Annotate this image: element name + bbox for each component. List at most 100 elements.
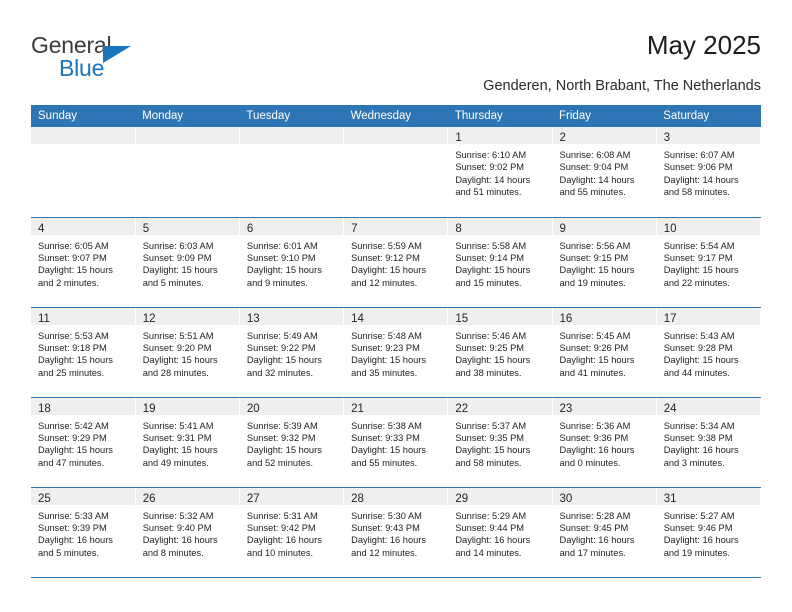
page-title: May 2025 [646, 30, 761, 60]
calendar-day-cell[interactable]: 24 Sunrise: 5:34 AM Sunset: 9:38 PM Dayligh… [656, 397, 762, 488]
calendar-day-cell[interactable]: 2 Sunrise: 6:08 AM Sunset: 9:04 PM Daylight… [552, 127, 657, 218]
day-number-strip: 14 [344, 307, 448, 325]
day-detail-line: Sunset: 9:40 PM [142, 522, 212, 533]
day-number: 18 [38, 402, 51, 415]
day-detail-line: Sunset: 9:46 PM [663, 522, 733, 533]
day-number-strip: 4 [31, 217, 135, 235]
calendar-day-cell[interactable]: 11 Sunrise: 5:53 AM Sunset: 9:18 PM Dayligh… [31, 307, 136, 398]
calendar-week-row: 1 Sunrise: 6:10 AM Sunset: 9:02 PM Daylight… [31, 127, 762, 218]
calendar-day-cell[interactable]: 10 Sunrise: 5:54 AM Sunset: 9:17 PM Dayligh… [656, 217, 762, 308]
calendar-day-cell[interactable]: 15 Sunrise: 5:46 AM Sunset: 9:25 PM Dayligh… [447, 307, 553, 398]
day-detail-line: and 51 minutes. [455, 187, 522, 198]
day-sun-details: Sunrise: 5:54 AM Sunset: 9:17 PM Daylight:… [657, 235, 760, 290]
day-detail-line: Daylight: 16 hours [246, 535, 322, 546]
calendar-day-cell[interactable]: 23 Sunrise: 5:36 AM Sunset: 9:36 PM Dayligh… [552, 397, 657, 488]
calendar-day-cell[interactable]: 17 Sunrise: 5:43 AM Sunset: 9:28 PM Dayligh… [656, 307, 762, 398]
day-cell-inner: 11 Sunrise: 5:53 AM Sunset: 9:18 PM Dayligh… [31, 307, 135, 396]
day-detail-line: Sunset: 9:06 PM [663, 162, 733, 173]
day-detail-line: Daylight: 15 hours [559, 265, 635, 276]
day-detail-line: and 25 minutes. [38, 367, 105, 378]
day-detail-line: Sunrise: 5:29 AM [455, 510, 527, 521]
day-cell-inner: 20 Sunrise: 5:39 AM Sunset: 9:32 PM Dayligh… [239, 397, 344, 486]
calendar-day-cell[interactable]: 7 Sunrise: 5:59 AM Sunset: 9:12 PM Daylight… [343, 217, 449, 308]
calendar-day-cell[interactable]: 28 Sunrise: 5:30 AM Sunset: 9:43 PM Dayligh… [343, 487, 449, 578]
calendar-day-cell[interactable]: 12 Sunrise: 5:51 AM Sunset: 9:20 PM Dayligh… [135, 307, 240, 398]
calendar-day-cell[interactable]: 4 Sunrise: 6:05 AM Sunset: 9:07 PM Daylight… [31, 217, 136, 308]
day-detail-line: Daylight: 15 hours [351, 265, 427, 276]
day-cell-inner: 2 Sunrise: 6:08 AM Sunset: 9:04 PM Daylight… [552, 127, 656, 215]
day-detail-line: Sunrise: 5:41 AM [142, 420, 214, 431]
day-detail-line: Sunrise: 5:30 AM [351, 510, 422, 521]
day-number-strip: 29 [448, 487, 552, 505]
calendar-day-cell[interactable]: 18 Sunrise: 5:42 AM Sunset: 9:29 PM Dayligh… [31, 397, 136, 488]
day-cell-inner: 9 Sunrise: 5:56 AM Sunset: 9:15 PM Daylight… [552, 217, 656, 306]
day-sun-details: Sunrise: 5:30 AM Sunset: 9:43 PM Daylight:… [344, 505, 447, 560]
brand-logo[interactable]: General Blue [31, 32, 151, 86]
calendar-day-cell[interactable]: 30 Sunrise: 5:28 AM Sunset: 9:45 PM Dayligh… [552, 487, 657, 578]
weekday-header-sunday: Sunday [31, 105, 136, 127]
calendar-day-cell[interactable]: 21 Sunrise: 5:38 AM Sunset: 9:33 PM Dayligh… [343, 397, 449, 488]
day-cell-inner: 30 Sunrise: 5:28 AM Sunset: 9:45 PM Dayligh… [552, 487, 656, 576]
day-detail-line: Sunset: 9:09 PM [142, 252, 212, 263]
calendar-day-cell[interactable]: 3 Sunrise: 6:07 AM Sunset: 9:06 PM Daylight… [656, 127, 762, 218]
calendar-day-cell[interactable]: 1 Sunrise: 6:10 AM Sunset: 9:02 PM Daylight… [447, 127, 553, 218]
day-number-strip: 6 [239, 217, 344, 235]
calendar-grid: Sunday Monday Tuesday Wednesday Thursday Frid… [31, 105, 762, 578]
day-detail-line: Daylight: 15 hours [246, 355, 322, 366]
day-detail-line: Daylight: 15 hours [455, 265, 531, 276]
day-number: 20 [246, 402, 260, 415]
calendar-day-cell[interactable]: 16 Sunrise: 5:45 AM Sunset: 9:26 PM Dayligh… [552, 307, 657, 398]
day-cell-inner: 25 Sunrise: 5:33 AM Sunset: 9:39 PM Dayligh… [31, 487, 135, 576]
day-number: 25 [38, 492, 51, 505]
day-cell-inner: 13 Sunrise: 5:49 AM Sunset: 9:22 PM Dayligh… [239, 307, 344, 396]
day-detail-line: Sunset: 9:02 PM [455, 162, 525, 173]
day-number-strip: 30 [552, 487, 656, 505]
day-number: 5 [142, 222, 150, 235]
calendar-day-cell[interactable]: 19 Sunrise: 5:41 AM Sunset: 9:31 PM Dayligh… [135, 397, 240, 488]
day-sun-details: Sunrise: 5:41 AM Sunset: 9:31 PM Daylight:… [136, 415, 239, 470]
calendar-day-cell[interactable]: 31 Sunrise: 5:27 AM Sunset: 9:46 PM Dayligh… [656, 487, 762, 578]
brand-name-blue: Blue [59, 55, 105, 81]
day-detail-line: Sunrise: 5:45 AM [559, 330, 631, 341]
calendar-day-cell[interactable]: 8 Sunrise: 5:58 AM Sunset: 9:14 PM Daylight… [447, 217, 553, 308]
day-detail-line: Daylight: 15 hours [559, 355, 635, 366]
calendar-day-cell[interactable]: 6 Sunrise: 6:01 AM Sunset: 9:10 PM Daylight… [239, 217, 345, 308]
calendar-day-cell[interactable]: 29 Sunrise: 5:29 AM Sunset: 9:44 PM Dayligh… [447, 487, 553, 578]
day-cell-inner: 12 Sunrise: 5:51 AM Sunset: 9:20 PM Dayligh… [135, 307, 239, 396]
day-number-strip: 18 [31, 397, 135, 415]
day-cell-inner: 7 Sunrise: 5:59 AM Sunset: 9:12 PM Daylight… [344, 217, 448, 306]
day-number-strip: 23 [552, 397, 656, 415]
day-detail-line: and 10 minutes. [246, 547, 314, 558]
day-number: 30 [559, 492, 573, 505]
day-number-strip: 13 [239, 307, 344, 325]
day-detail-line: Sunrise: 5:48 AM [351, 330, 422, 341]
day-number: 15 [455, 312, 469, 325]
calendar-day-cell[interactable]: 20 Sunrise: 5:39 AM Sunset: 9:32 PM Dayligh… [239, 397, 345, 488]
calendar-day-cell[interactable]: 25 Sunrise: 5:33 AM Sunset: 9:39 PM Dayligh… [31, 487, 136, 578]
day-detail-line: Sunset: 9:38 PM [663, 432, 733, 443]
calendar-day-cell[interactable]: 26 Sunrise: 5:32 AM Sunset: 9:40 PM Dayligh… [135, 487, 240, 578]
day-number-strip [239, 127, 344, 144]
day-sun-details: Sunrise: 5:37 AM Sunset: 9:35 PM Daylight:… [448, 415, 551, 470]
day-cell-inner: 1 Sunrise: 6:10 AM Sunset: 9:02 PM Daylight… [448, 127, 552, 215]
calendar-day-cell[interactable]: 27 Sunrise: 5:31 AM Sunset: 9:42 PM Dayligh… [239, 487, 345, 578]
calendar-day-cell[interactable]: 9 Sunrise: 5:56 AM Sunset: 9:15 PM Daylight… [552, 217, 657, 308]
day-detail-line: and 17 minutes. [559, 547, 626, 558]
day-sun-details: Sunrise: 5:29 AM Sunset: 9:44 PM Daylight:… [448, 505, 551, 560]
day-detail-line: and 35 minutes. [351, 367, 418, 378]
calendar-day-cell[interactable]: 22 Sunrise: 5:37 AM Sunset: 9:35 PM Dayligh… [447, 397, 553, 488]
day-cell-inner: 19 Sunrise: 5:41 AM Sunset: 9:31 PM Dayligh… [135, 397, 239, 486]
day-detail-line: Daylight: 15 hours [246, 445, 322, 456]
calendar-day-cell[interactable]: 5 Sunrise: 6:03 AM Sunset: 9:09 PM Daylight… [135, 217, 240, 308]
day-cell-inner: 29 Sunrise: 5:29 AM Sunset: 9:44 PM Dayligh… [448, 487, 552, 576]
day-detail-line: Daylight: 14 hours [663, 174, 739, 185]
day-detail-line: and 52 minutes. [246, 457, 314, 468]
day-cell-inner: 16 Sunrise: 5:45 AM Sunset: 9:26 PM Dayligh… [552, 307, 656, 396]
day-number: 2 [559, 132, 566, 144]
day-detail-line: Daylight: 14 hours [455, 174, 531, 185]
calendar-empty-cell [343, 127, 449, 218]
calendar-day-cell[interactable]: 13 Sunrise: 5:49 AM Sunset: 9:22 PM Dayligh… [239, 307, 345, 398]
day-detail-line: Sunrise: 6:08 AM [559, 150, 631, 160]
calendar-day-cell[interactable]: 14 Sunrise: 5:48 AM Sunset: 9:23 PM Dayligh… [343, 307, 449, 398]
day-detail-line: and 38 minutes. [455, 367, 522, 378]
